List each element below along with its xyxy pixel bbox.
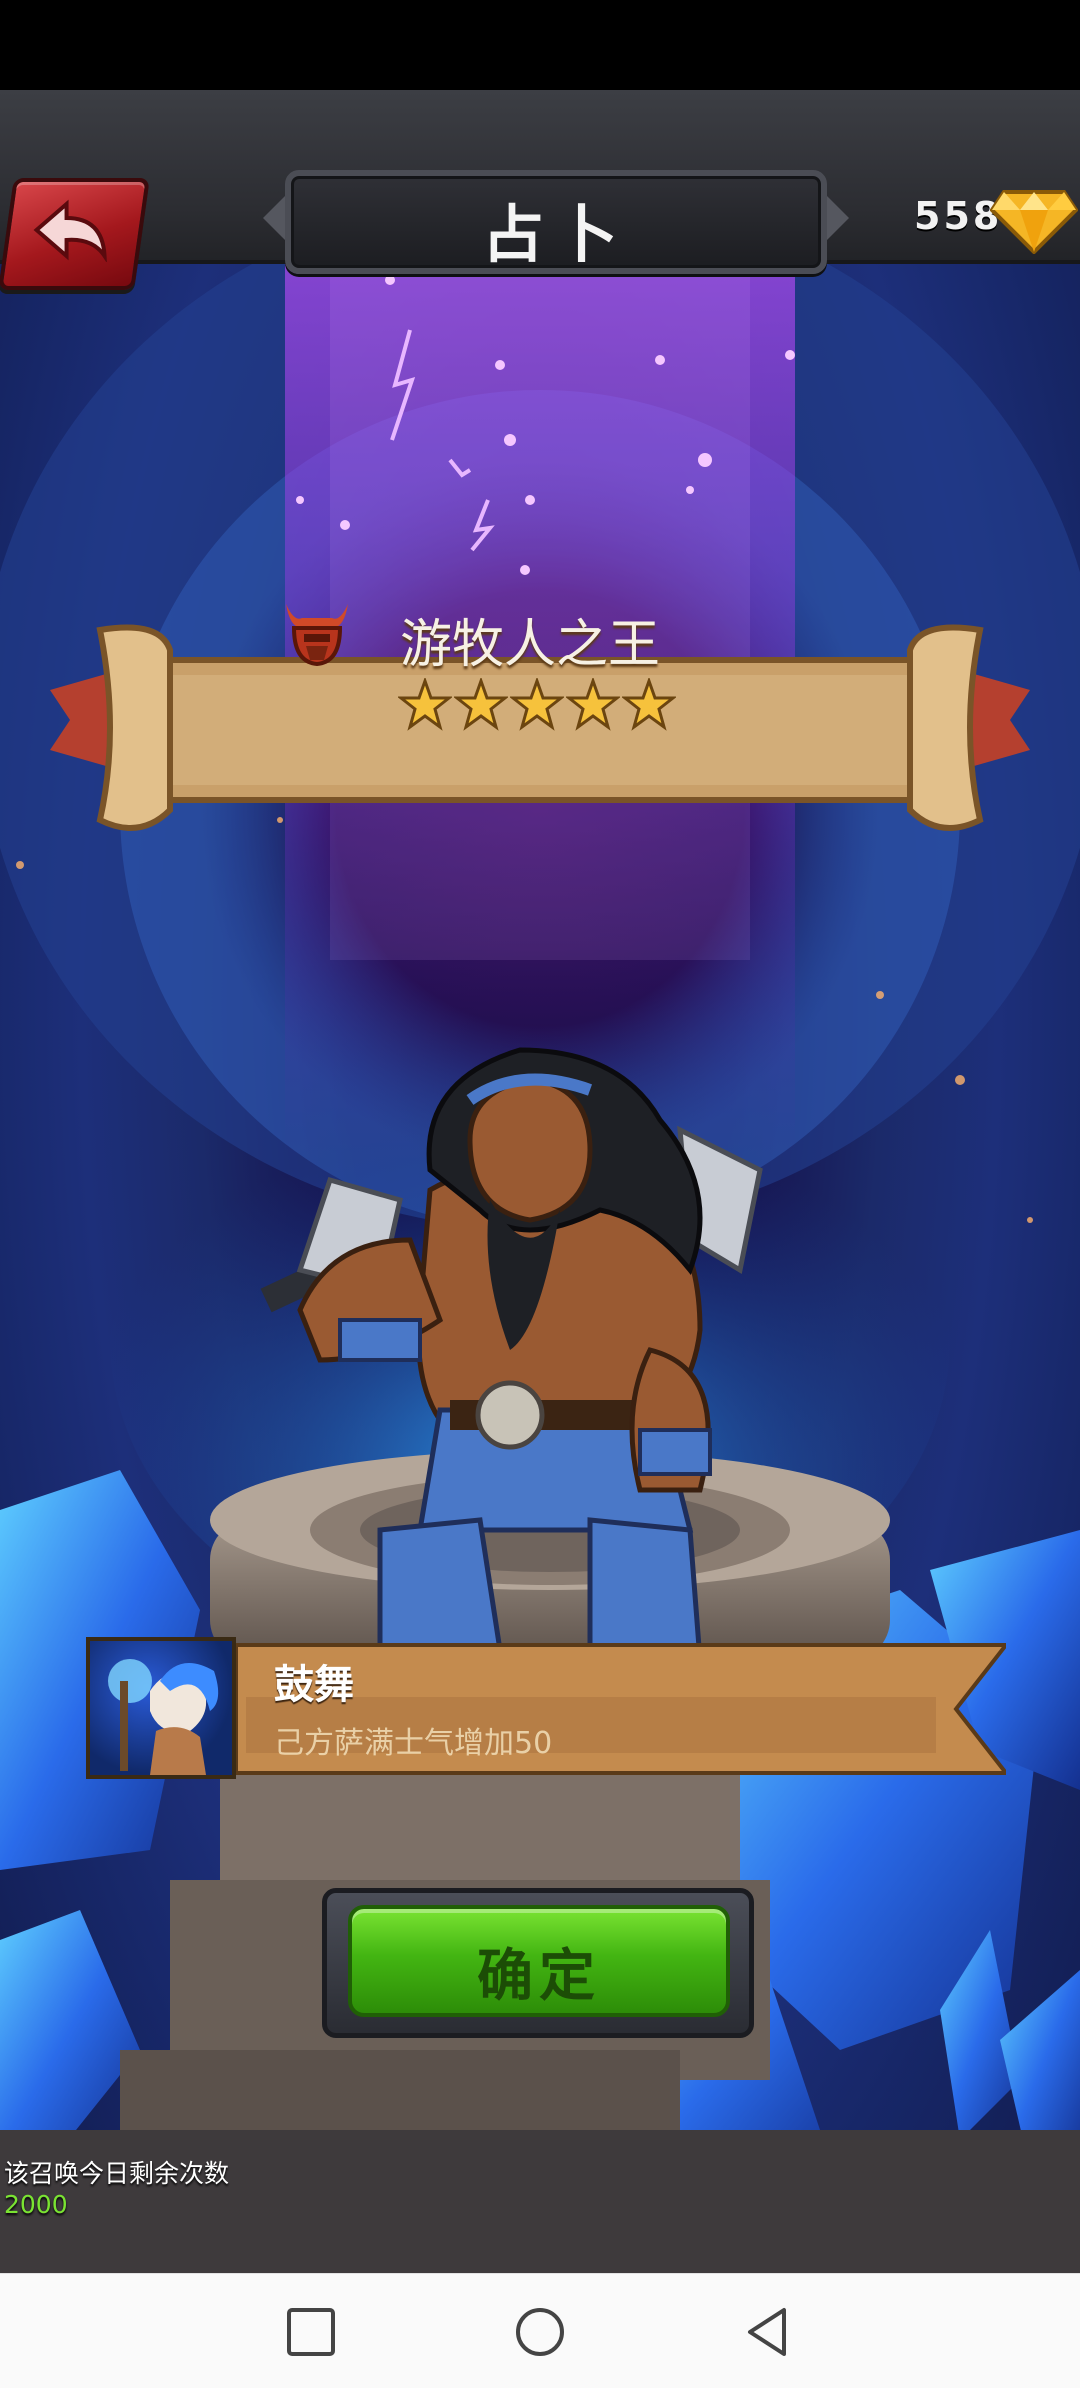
summon-remaining-count: 2000	[4, 2190, 68, 2219]
star-icon	[454, 678, 508, 731]
star-icon	[566, 678, 620, 731]
star-icon	[510, 678, 564, 731]
game-view: 占卜 558 游牧人之王 鼓舞 己方萨满士气增加50 确定 该召唤今日剩余次数 …	[0, 90, 1080, 2273]
rarity-stars	[398, 678, 676, 732]
star-icon	[622, 678, 676, 731]
circle-icon[interactable]	[512, 2304, 568, 2360]
hero-name: 游牧人之王	[400, 615, 661, 675]
skill-name: 鼓舞	[274, 1662, 354, 1708]
status-bar	[0, 0, 1080, 90]
confirm-label: 确定	[477, 1944, 601, 2009]
confirm-button[interactable]: 确定	[348, 1905, 730, 2017]
triangle-back-icon[interactable]	[740, 2304, 796, 2360]
title-plate: 占卜	[263, 170, 849, 274]
back-button[interactable]	[0, 178, 150, 290]
summon-remaining-label: 该召唤今日剩余次数	[4, 2159, 230, 2188]
star-icon	[398, 678, 452, 731]
skill-portrait	[86, 1637, 236, 1779]
square-icon[interactable]	[283, 2304, 339, 2360]
page-title: 占卜	[481, 198, 630, 271]
skill-description: 己方萨满士气增加50	[274, 1726, 553, 1761]
navigation-bar	[0, 2273, 1080, 2388]
gem-icon	[990, 190, 1078, 254]
horned-helmet-icon	[286, 604, 348, 667]
back-arrow-icon	[33, 199, 107, 262]
screen: 占卜 558 游牧人之王 鼓舞 己方萨满士气增加50 确定 该召唤今日剩余次数 …	[0, 0, 1080, 2388]
